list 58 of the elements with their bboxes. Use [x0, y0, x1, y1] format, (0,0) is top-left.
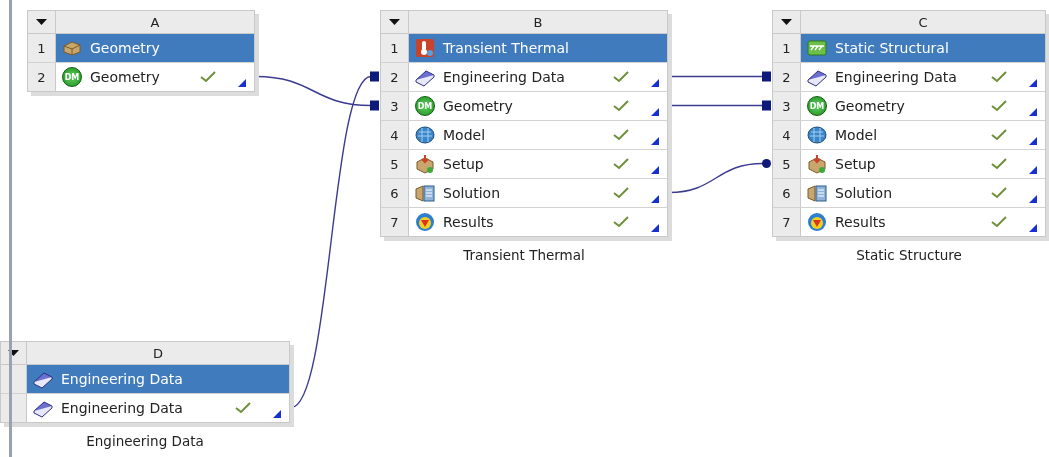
dm-icon: DM	[807, 96, 827, 116]
system-title-cell[interactable]: Static Structural	[801, 34, 1045, 62]
system-caption: Transient Thermal	[463, 247, 585, 263]
menu-triangle-icon[interactable]	[1029, 166, 1037, 174]
system-caption: Static Structure	[856, 247, 962, 263]
row-number: 4	[773, 121, 801, 149]
system-letter: C	[918, 14, 928, 30]
row-number: 2	[381, 63, 409, 91]
menu-triangle-icon[interactable]	[651, 79, 659, 87]
row-number: 3	[381, 92, 409, 120]
caret-icon[interactable]	[389, 19, 400, 25]
row-number: 1	[381, 34, 409, 62]
menu-triangle-icon[interactable]	[1029, 108, 1037, 116]
results-icon	[807, 212, 827, 232]
menu-triangle-icon[interactable]	[651, 224, 659, 232]
row-number: 1	[773, 34, 801, 62]
row-number: 4	[381, 121, 409, 149]
menu-triangle-icon[interactable]	[1029, 224, 1037, 232]
mesh-icon	[807, 125, 827, 145]
row-number: 3	[773, 92, 801, 120]
row-number: 2	[28, 63, 56, 91]
menu-triangle-icon[interactable]	[1029, 195, 1037, 203]
menu-triangle-icon[interactable]	[238, 79, 246, 87]
menu-triangle-icon[interactable]	[651, 108, 659, 116]
row-number: 5	[773, 150, 801, 178]
row-number: 6	[381, 179, 409, 207]
row-number: 1	[28, 34, 56, 62]
row-number: 2	[773, 63, 801, 91]
system-title-cell[interactable]: Transient Thermal	[409, 34, 667, 62]
system-letter: A	[150, 14, 160, 30]
dm-icon: DM	[415, 96, 435, 116]
menu-triangle-icon[interactable]	[651, 137, 659, 145]
menu-triangle-icon[interactable]	[273, 410, 281, 418]
system-caption: Engineering Data	[86, 433, 204, 449]
system-title-cell[interactable]: Geometry	[56, 34, 254, 62]
row-number: 7	[381, 208, 409, 236]
mesh-icon	[415, 125, 435, 145]
menu-triangle-icon[interactable]	[651, 166, 659, 174]
caret-icon[interactable]	[781, 19, 792, 25]
system-title-cell[interactable]: Engineering Data	[27, 365, 289, 393]
solution-icon	[807, 183, 827, 203]
structure-icon	[807, 38, 827, 58]
dm-icon: DM	[62, 67, 82, 87]
row-number: 7	[773, 208, 801, 236]
thermometer-icon	[415, 38, 435, 58]
menu-triangle-icon[interactable]	[651, 195, 659, 203]
system-letter: D	[153, 345, 163, 361]
caret-icon[interactable]	[36, 19, 47, 25]
row-number: 5	[381, 150, 409, 178]
solution-icon	[415, 183, 435, 203]
setup-icon	[415, 154, 435, 174]
results-icon	[415, 212, 435, 232]
menu-triangle-icon[interactable]	[1029, 137, 1037, 145]
row-number: 6	[773, 179, 801, 207]
menu-triangle-icon[interactable]	[1029, 79, 1037, 87]
system-letter: B	[533, 14, 543, 30]
setup-icon	[807, 154, 827, 174]
box-icon	[62, 38, 82, 58]
